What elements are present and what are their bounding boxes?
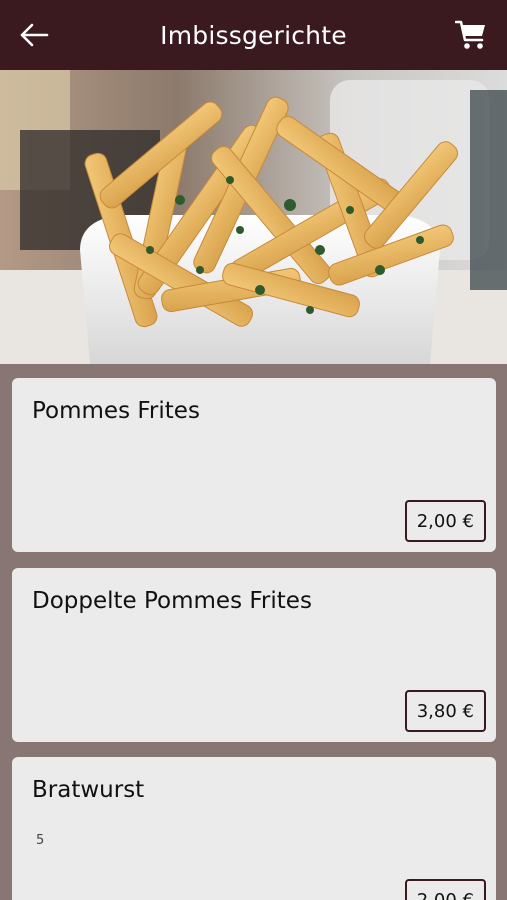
hero-image bbox=[0, 70, 507, 364]
menu-item-name: Bratwurst bbox=[32, 777, 145, 803]
top-bar: Imbissgerichte bbox=[0, 0, 507, 70]
cart-button[interactable] bbox=[451, 17, 491, 53]
back-button[interactable] bbox=[14, 17, 54, 53]
arrow-left-icon bbox=[20, 23, 49, 47]
menu-item-card[interactable]: Pommes Frites 2,00 € bbox=[12, 378, 496, 552]
app-screen: Imbissgerichte Pommes Frites 2,00 € Dopp… bbox=[0, 0, 507, 900]
french-fries-photo bbox=[0, 70, 507, 364]
shopping-cart-icon bbox=[455, 20, 485, 49]
menu-item-name: Pommes Frites bbox=[32, 398, 200, 424]
menu-item-price-button[interactable]: 2,00 € bbox=[404, 879, 486, 900]
menu-list: Pommes Frites 2,00 € Doppelte Pommes Fri… bbox=[0, 364, 507, 900]
menu-item-card[interactable]: Doppelte Pommes Frites 3,80 € bbox=[12, 568, 496, 742]
menu-item-card[interactable]: Bratwurst 5 2,00 € bbox=[12, 757, 496, 900]
menu-item-description: 5 bbox=[36, 833, 45, 848]
menu-item-price-button[interactable]: 3,80 € bbox=[404, 690, 486, 732]
page-title: Imbissgerichte bbox=[160, 20, 347, 50]
menu-item-name: Doppelte Pommes Frites bbox=[32, 588, 312, 614]
menu-item-price-button[interactable]: 2,00 € bbox=[404, 500, 486, 542]
